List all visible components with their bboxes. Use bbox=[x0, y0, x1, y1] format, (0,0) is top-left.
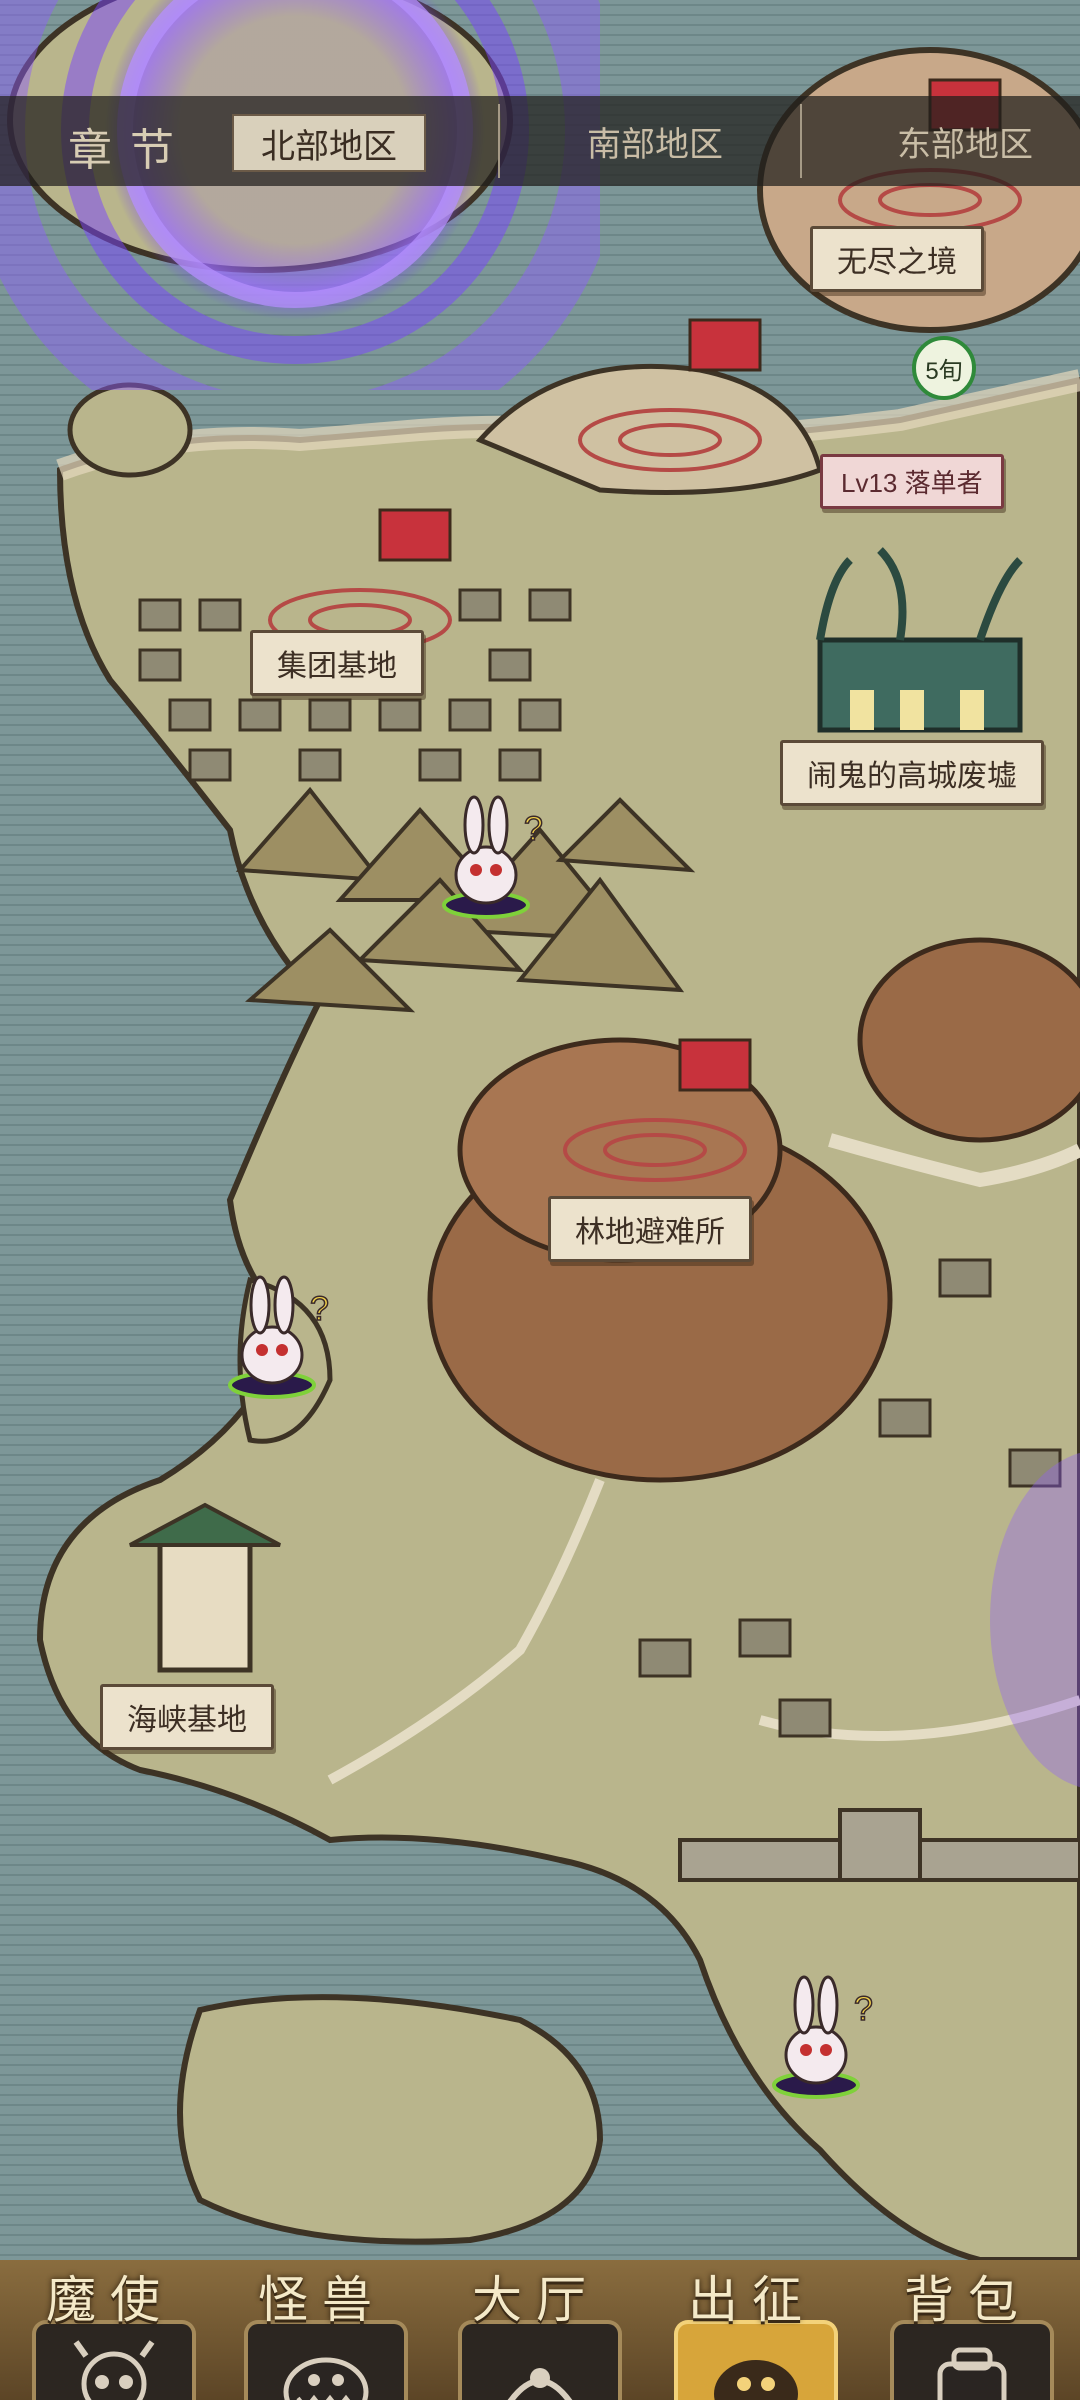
nav-frame bbox=[890, 2320, 1054, 2400]
nav-label-expedition: 出征 bbox=[688, 2271, 816, 2329]
tab-north[interactable]: 北部地区 bbox=[232, 114, 426, 172]
small-island bbox=[67, 382, 193, 478]
location-wuxian[interactable]: 无尽之境 bbox=[810, 226, 984, 292]
tab-east[interactable]: 东部地区 bbox=[870, 114, 1060, 168]
chapter-title: 章节 bbox=[68, 125, 192, 176]
svg-text:?: ? bbox=[310, 1290, 329, 1328]
map-screen: { "chapter": { "title": "章节", "tabs": [ … bbox=[0, 0, 1080, 2400]
forest-east bbox=[857, 937, 1080, 1143]
location-forest-shelter[interactable]: 林地避难所 bbox=[548, 1196, 752, 1262]
demon-skull-icon bbox=[73, 2340, 155, 2400]
tab-south[interactable]: 南部地区 bbox=[560, 114, 750, 168]
enemy-level-label[interactable]: Lv13 落单者 bbox=[820, 454, 1004, 509]
nav-item-hall[interactable]: 大厅 bbox=[436, 2260, 636, 2400]
backpack-icon bbox=[937, 2347, 1007, 2400]
nav-label-backpack: 背包 bbox=[904, 2271, 1032, 2329]
nav-item-expedition[interactable]: 出征 bbox=[652, 2260, 852, 2400]
nav-item-demon[interactable]: 魔使 bbox=[10, 2260, 210, 2400]
svg-text:?: ? bbox=[854, 1990, 873, 2028]
bottom-nav: 魔使 怪兽 大厅 出征 背包 bbox=[0, 2260, 1080, 2400]
rabbit-enemy-icon[interactable]: ? bbox=[436, 790, 546, 920]
nav-frame bbox=[458, 2320, 622, 2400]
hall-icon bbox=[507, 2368, 573, 2400]
nav-frame bbox=[674, 2320, 838, 2400]
south-island bbox=[177, 1994, 604, 2245]
nav-label-hall: 大厅 bbox=[472, 2271, 600, 2329]
turn-count-badge: 5旬 bbox=[912, 336, 976, 400]
nav-label-demon: 魔使 bbox=[46, 2271, 174, 2329]
nav-item-monster[interactable]: 怪兽 bbox=[222, 2260, 422, 2400]
expedition-icon bbox=[714, 2360, 798, 2400]
tab-separator bbox=[800, 104, 802, 178]
nav-label-monster: 怪兽 bbox=[258, 2271, 386, 2329]
chapter-bar: 章节 北部地区 南部地区 东部地区 bbox=[0, 96, 1080, 186]
nav-frame bbox=[244, 2320, 408, 2400]
rabbit-enemy-icon[interactable]: ? bbox=[222, 1270, 332, 1400]
nav-item-backpack[interactable]: 背包 bbox=[868, 2260, 1068, 2400]
location-strait-base[interactable]: 海峡基地 bbox=[100, 1684, 274, 1750]
monster-icon bbox=[283, 2357, 369, 2400]
nav-frame bbox=[32, 2320, 196, 2400]
tab-separator bbox=[498, 104, 500, 178]
location-jitan[interactable]: 集团基地 bbox=[250, 630, 424, 696]
location-haunted-ruins[interactable]: 闹鬼的高城废墟 bbox=[780, 740, 1044, 806]
svg-text:?: ? bbox=[524, 810, 543, 848]
rabbit-enemy-icon[interactable]: ? bbox=[766, 1970, 876, 2100]
